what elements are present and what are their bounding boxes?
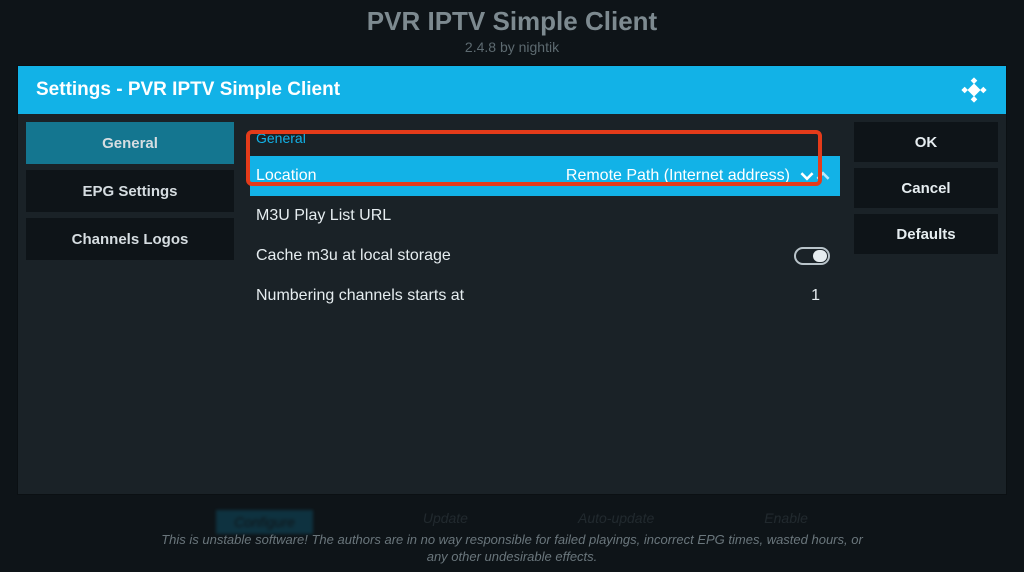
dialog-title: Settings - PVR IPTV Simple Client xyxy=(36,79,340,101)
setting-row-cache[interactable]: Cache m3u at local storage xyxy=(250,236,840,276)
settings-dialog: Settings - PVR IPTV Simple Client Genera… xyxy=(18,66,1006,494)
kodi-logo-icon xyxy=(960,76,988,104)
page-subtitle: 2.4.8 by nightik xyxy=(0,39,1024,55)
button-label: Cancel xyxy=(901,180,950,197)
page-by: by xyxy=(500,39,515,55)
chevron-up-icon xyxy=(816,169,830,183)
chevron-down-icon xyxy=(800,169,814,183)
setting-row-numbering[interactable]: Numbering channels starts at 1 xyxy=(250,276,840,316)
page-version: 2.4.8 xyxy=(465,39,496,55)
defaults-button[interactable]: Defaults xyxy=(854,214,998,254)
footer-line2: any other undesirable effects. xyxy=(40,548,984,566)
setting-label: M3U Play List URL xyxy=(256,207,391,225)
cancel-button[interactable]: Cancel xyxy=(854,168,998,208)
cache-toggle[interactable] xyxy=(794,247,830,265)
sidebar-item-channels-logos[interactable]: Channels Logos xyxy=(26,218,234,260)
page-author: nightik xyxy=(519,39,559,55)
spinner-arrows[interactable] xyxy=(800,169,830,183)
sidebar-item-label: General xyxy=(102,135,158,152)
toggle-knob xyxy=(813,250,827,262)
setting-row-location[interactable]: Location Remote Path (Internet address) xyxy=(250,156,840,196)
dialog-buttons: OK Cancel Defaults xyxy=(848,122,998,486)
setting-value: Remote Path (Internet address) xyxy=(317,167,801,185)
footer-line1: This is unstable software! The authors a… xyxy=(40,531,984,549)
dialog-header: Settings - PVR IPTV Simple Client xyxy=(18,66,1006,114)
setting-label: Numbering channels starts at xyxy=(256,287,464,305)
section-label-general: General xyxy=(250,122,840,156)
page-header: PVR IPTV Simple Client 2.4.8 by nightik xyxy=(0,0,1024,61)
setting-label: Location xyxy=(256,167,317,185)
setting-label: Cache m3u at local storage xyxy=(256,247,451,265)
sidebar-item-label: EPG Settings xyxy=(82,183,177,200)
button-label: Defaults xyxy=(896,226,955,243)
setting-value: 1 xyxy=(464,287,830,305)
setting-row-m3u-url[interactable]: M3U Play List URL xyxy=(250,196,840,236)
button-label: OK xyxy=(915,134,938,151)
footer-disclaimer: This is unstable software! The authors a… xyxy=(0,531,1024,566)
page-title: PVR IPTV Simple Client xyxy=(0,6,1024,37)
sidebar-item-general[interactable]: General xyxy=(26,122,234,164)
ok-button[interactable]: OK xyxy=(854,122,998,162)
sidebar-item-label: Channels Logos xyxy=(72,231,189,248)
settings-sidebar: General EPG Settings Channels Logos xyxy=(26,122,240,486)
settings-content: General Location Remote Path (Internet a… xyxy=(240,122,848,486)
dialog-body: General EPG Settings Channels Logos Gene… xyxy=(18,114,1006,494)
sidebar-item-epg-settings[interactable]: EPG Settings xyxy=(26,170,234,212)
